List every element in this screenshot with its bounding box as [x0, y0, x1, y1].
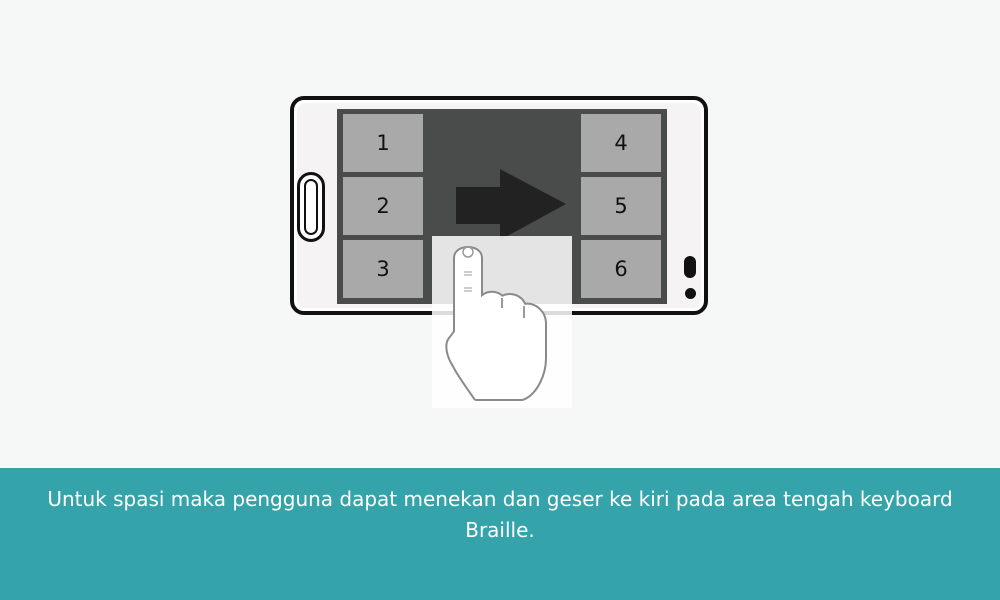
braille-key-2: 2: [343, 177, 423, 235]
pointing-hand-icon: [432, 236, 572, 408]
camera-icon: [685, 288, 696, 299]
home-button: [297, 172, 325, 242]
braille-key-4: 4: [581, 114, 661, 172]
braille-key-1: 1: [343, 114, 423, 172]
braille-key-5: 5: [581, 177, 661, 235]
instruction-caption: Untuk spasi maka pengguna dapat menekan …: [47, 487, 953, 542]
speaker-icon: [684, 256, 696, 278]
braille-key-6: 6: [581, 240, 661, 298]
illustration: 1 2 3 4 5 6: [0, 0, 1000, 468]
right-arrow-icon: [456, 169, 566, 240]
braille-key-3: 3: [343, 240, 423, 298]
